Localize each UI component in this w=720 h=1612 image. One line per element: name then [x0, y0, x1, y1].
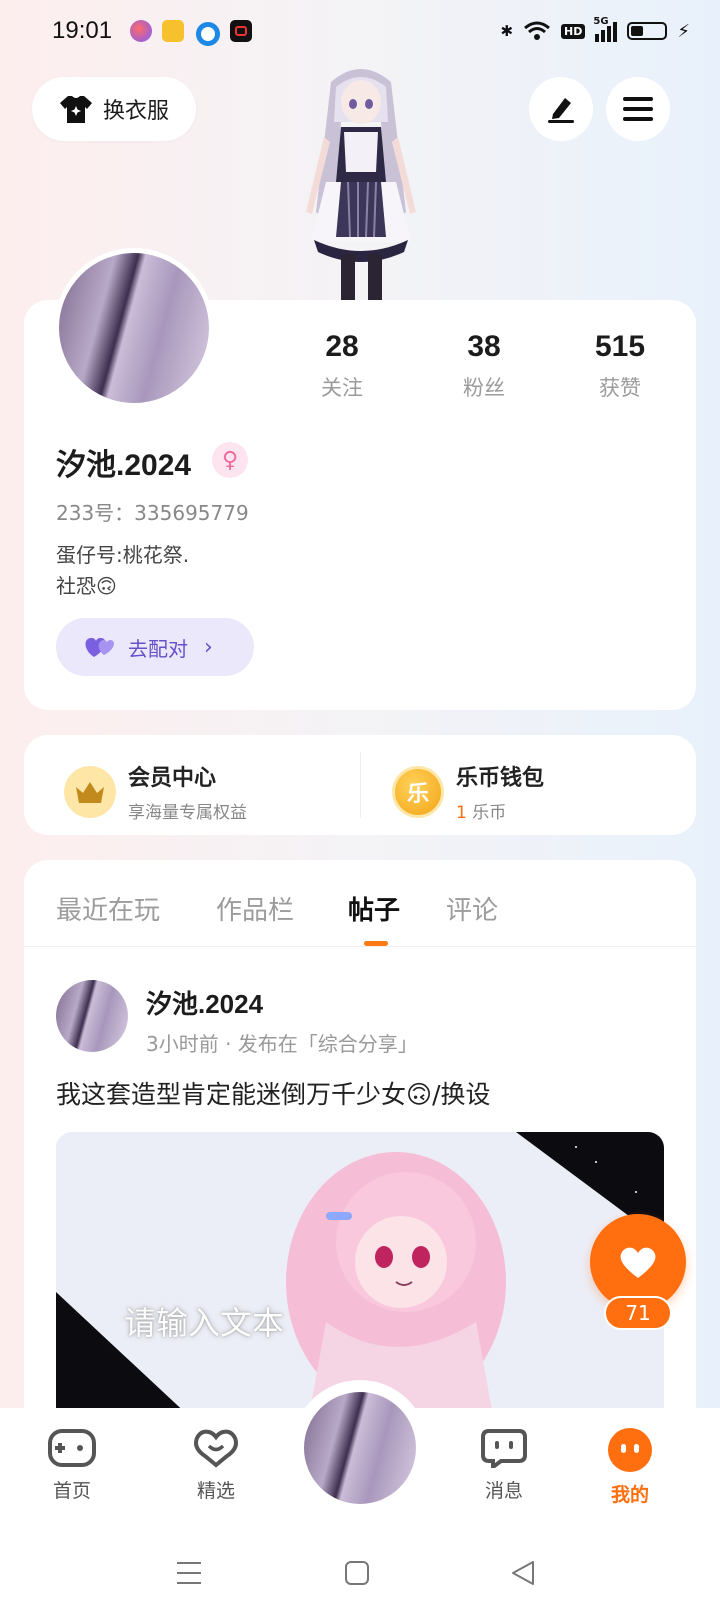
wallet-title: 乐币钱包	[456, 766, 545, 791]
character-avatar-figure[interactable]	[286, 62, 436, 302]
wallet-entry[interactable]: 乐 乐币钱包 1 乐币	[392, 760, 544, 823]
post-meta: 3小时前 · 发布在「综合分享」	[146, 1032, 418, 1056]
pen-icon	[548, 98, 574, 123]
tab-divider	[24, 946, 696, 947]
likes-count: 515	[594, 330, 646, 363]
nav-messages-label: 消息	[484, 1480, 523, 1502]
status-bar: 19:01 ✱ HD 5G ⚡	[0, 0, 720, 64]
profile-id[interactable]: 233号：335695779	[56, 497, 249, 526]
back-icon[interactable]	[510, 1560, 536, 1586]
nav-me[interactable]: 我的	[590, 1428, 670, 1507]
home-icon[interactable]	[344, 1560, 370, 1586]
battery-icon	[627, 22, 668, 40]
stat-fans[interactable]: 38 粉丝	[424, 330, 544, 402]
profile-username: 汐池.2024	[56, 449, 192, 482]
bio-line-1: 蛋仔号:桃花祭.	[56, 543, 190, 567]
profile-bio: 蛋仔号:桃花祭. 社恐🙃	[56, 540, 189, 602]
wallet-amount: 1	[456, 803, 467, 823]
tab-active-indicator	[364, 941, 388, 946]
network-type-label: 5G	[593, 16, 609, 27]
message-icon	[481, 1429, 527, 1471]
change-outfit-button[interactable]: 换衣服	[32, 77, 196, 141]
match-label: 去配对	[128, 636, 188, 661]
status-time: 19:01	[52, 17, 113, 44]
status-right: ✱ HD 5G ⚡	[500, 16, 690, 46]
nav-messages[interactable]: 消息	[464, 1428, 544, 1503]
female-gender-icon: ♀	[212, 442, 248, 478]
fans-count: 38	[467, 330, 501, 363]
menu-button[interactable]	[606, 77, 670, 141]
signal-icon: 5G	[593, 16, 618, 42]
nav-featured[interactable]: 精选	[176, 1428, 256, 1503]
tab-works[interactable]: 作品栏	[216, 890, 294, 927]
like-count: 71	[604, 1296, 672, 1330]
heart-icon	[620, 1247, 656, 1278]
nav-featured-label: 精选	[196, 1480, 235, 1502]
nav-home[interactable]: 首页	[32, 1428, 112, 1503]
chevron-right-icon: ›	[204, 634, 213, 660]
following-count: 28	[325, 330, 359, 363]
hearts-icon	[85, 637, 114, 657]
bio-line-2: 社恐🙃	[56, 574, 117, 598]
member-center-subtitle: 享海量专属权益	[128, 803, 247, 823]
card-divider	[360, 752, 361, 818]
nav-center-avatar[interactable]	[304, 1392, 416, 1504]
stat-likes[interactable]: 515 获赞	[560, 330, 680, 402]
bluetooth-icon: ✱	[500, 22, 514, 40]
wifi-icon	[524, 21, 550, 40]
menu-icon	[623, 97, 653, 121]
charging-icon: ⚡	[677, 20, 690, 42]
following-label: 关注	[321, 376, 363, 400]
reader-notification-icon	[162, 20, 184, 42]
nav-me-label: 我的	[610, 1484, 649, 1506]
edit-profile-button[interactable]	[529, 77, 593, 141]
coin-icon: 乐	[392, 765, 444, 818]
post-author-name[interactable]: 汐池.2024	[146, 984, 263, 1021]
fans-label: 粉丝	[463, 376, 505, 400]
crown-icon	[64, 765, 116, 818]
match-button[interactable]: 去配对 ›	[56, 618, 254, 676]
browser-notification-icon	[196, 22, 220, 46]
post-text[interactable]: 我这套造型肯定能迷倒万千少女🙃/换设	[56, 1075, 491, 1111]
nav-home-label: 首页	[52, 1480, 91, 1502]
wallet-balance: 1 乐币	[456, 798, 544, 823]
profile-avatar[interactable]	[54, 248, 214, 408]
gamepad-icon	[48, 1429, 96, 1467]
hd-badge: HD	[561, 23, 586, 39]
post-image-overlay-text: 请输入文本	[124, 1304, 285, 1342]
face-icon	[608, 1428, 652, 1472]
system-navigation-bar	[0, 1526, 720, 1612]
tab-posts[interactable]: 帖子	[348, 890, 400, 927]
video-notification-icon	[230, 20, 252, 42]
member-center-title: 会员中心	[128, 766, 217, 791]
tab-recent-play[interactable]: 最近在玩	[56, 890, 160, 927]
wallet-unit: 乐币	[466, 803, 507, 823]
tshirt-icon	[59, 96, 92, 123]
recent-apps-icon[interactable]	[176, 1560, 202, 1586]
change-outfit-label: 换衣服	[102, 99, 169, 124]
heart-chat-icon	[194, 1429, 238, 1468]
tab-comments[interactable]: 评论	[446, 890, 498, 927]
stat-following[interactable]: 28 关注	[282, 330, 402, 402]
member-center-entry[interactable]: 会员中心 享海量专属权益	[64, 760, 247, 823]
app-notification-icon	[130, 20, 152, 42]
likes-label: 获赞	[599, 376, 641, 400]
post-author-avatar[interactable]	[56, 980, 128, 1052]
